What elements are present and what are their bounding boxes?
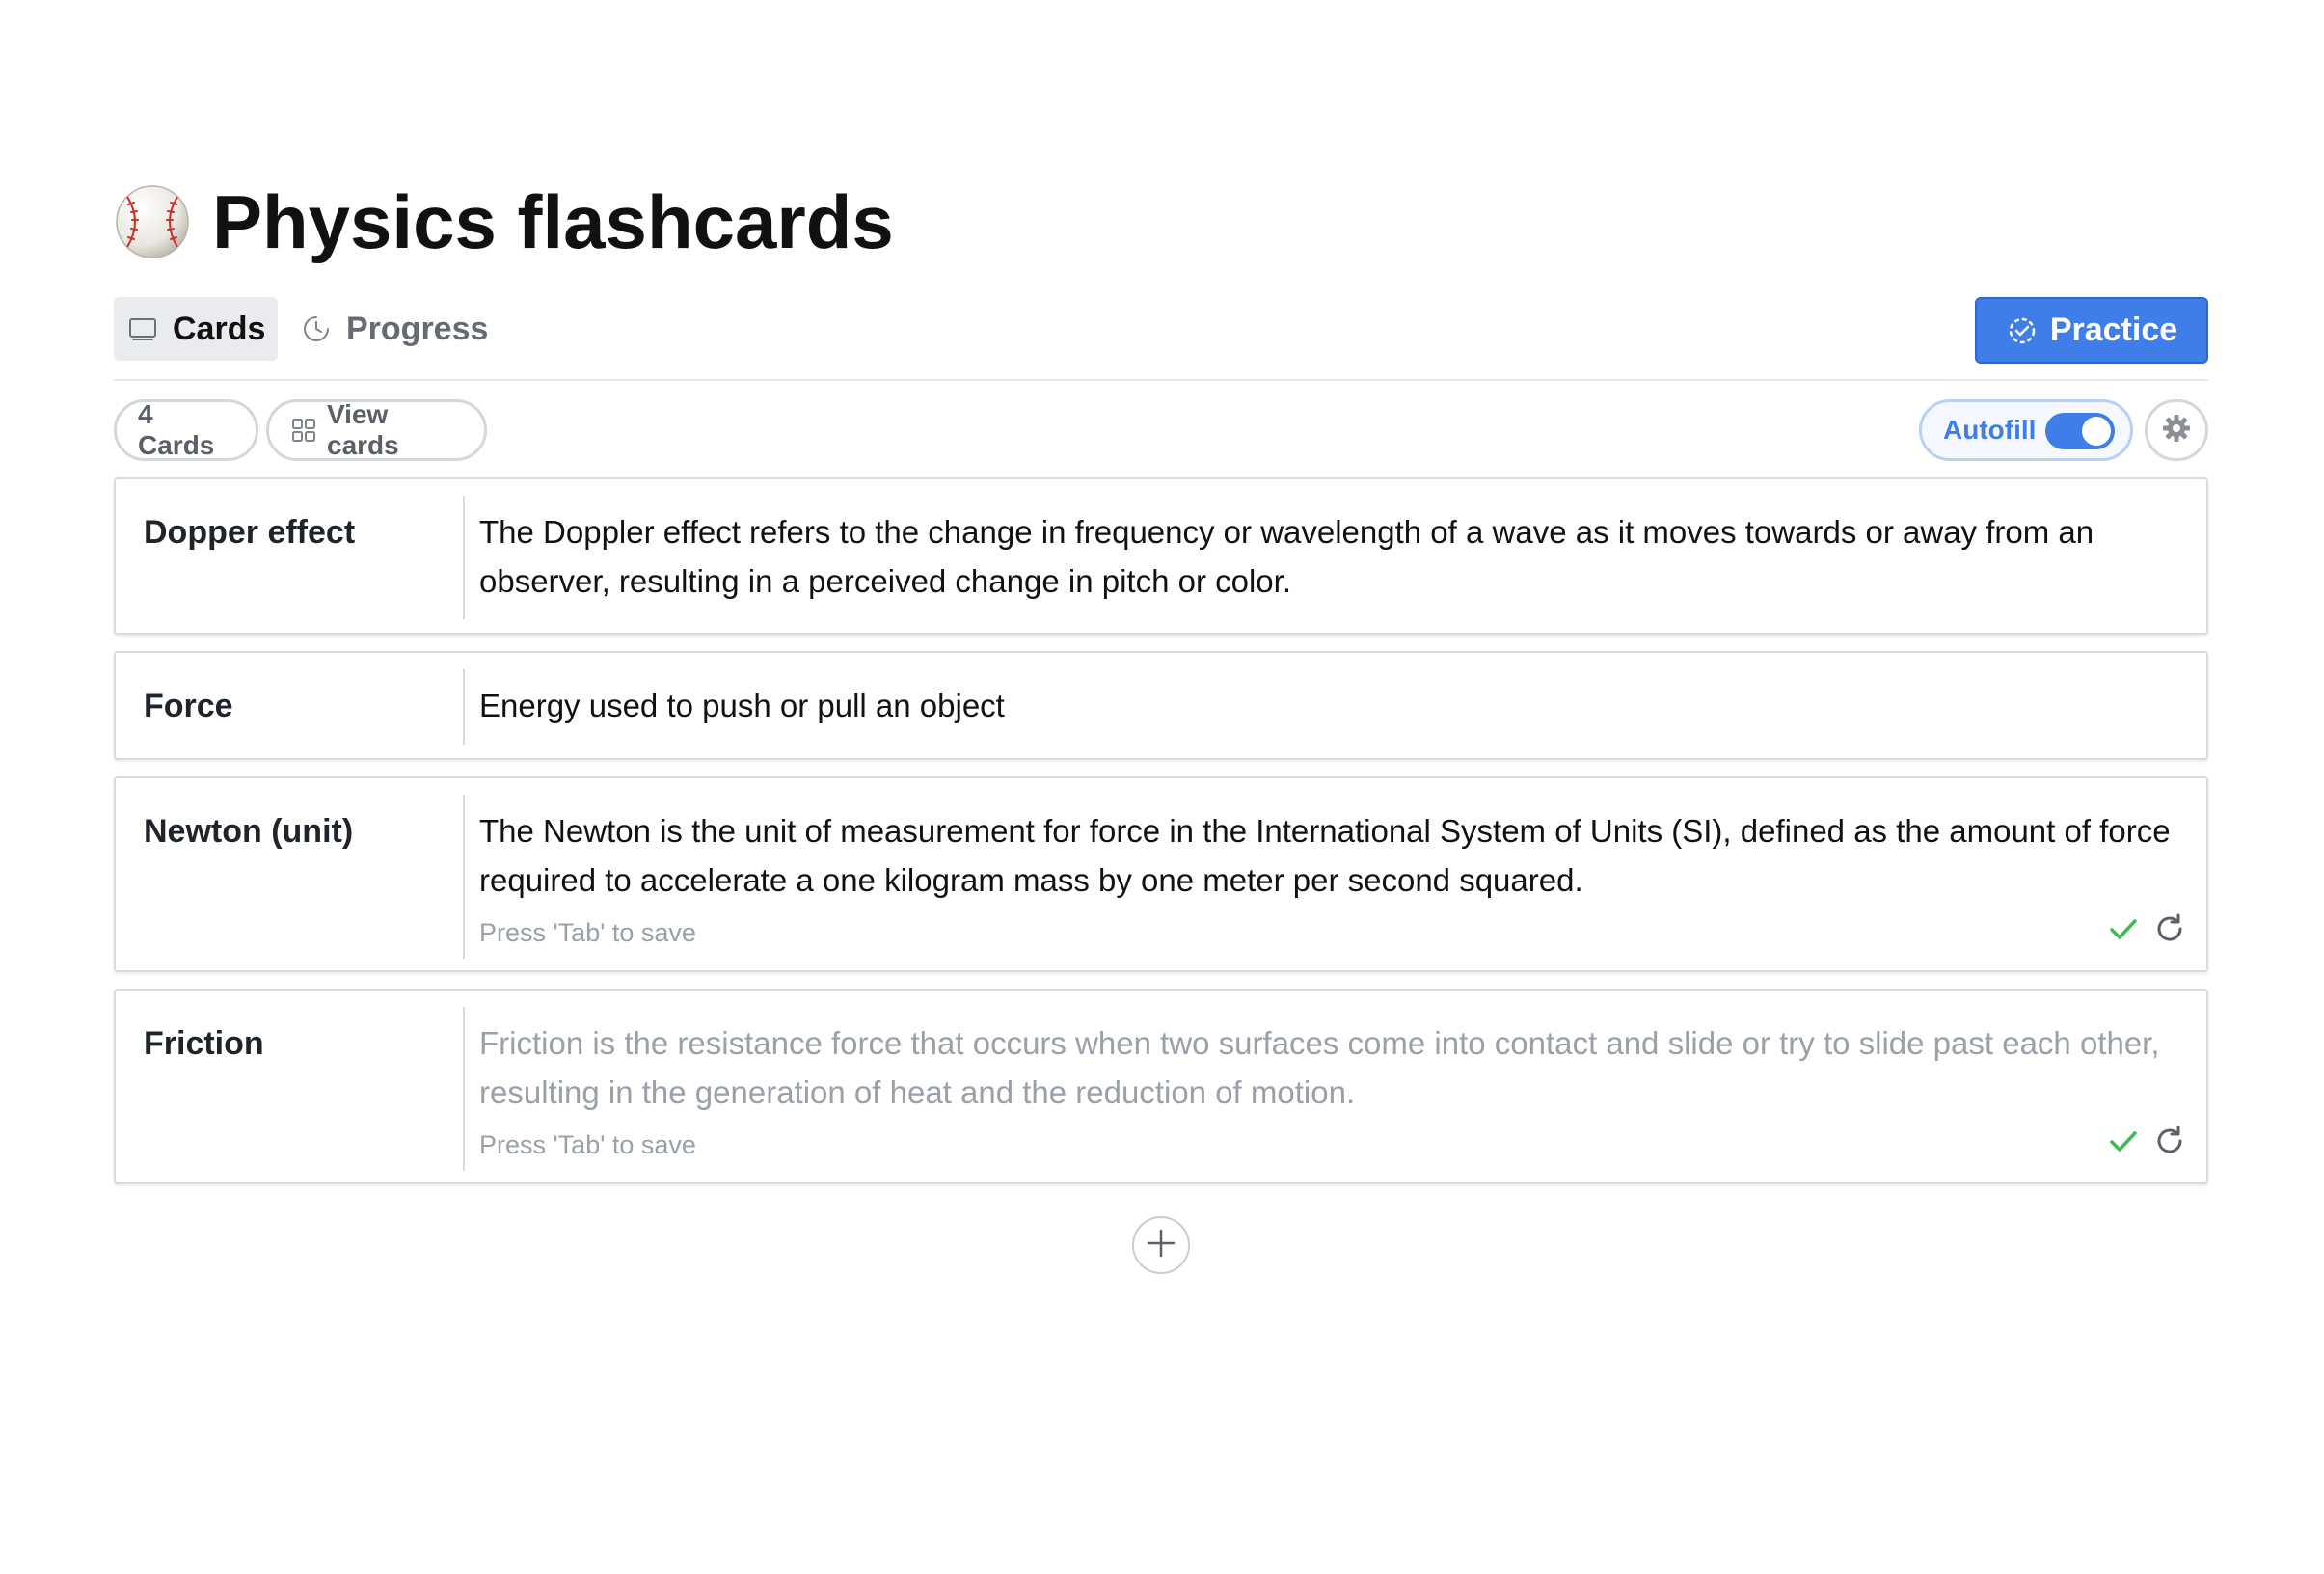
toolbar: 4 Cards View cards Autofill <box>114 399 2208 461</box>
title-row: Physics flashcards <box>114 174 894 270</box>
refresh-icon[interactable] <box>2150 909 2189 948</box>
card-separator <box>463 669 465 745</box>
autofill-label: Autofill <box>1943 415 2037 445</box>
tab-progress-label: Progress <box>346 310 489 347</box>
gear-icon <box>2160 412 2193 449</box>
flashcard: Newton (unit) The Newton is the unit of … <box>114 776 2208 972</box>
autofill-switch[interactable] <box>2045 413 2115 449</box>
view-cards-label: View cards <box>327 399 399 460</box>
card-count-label: 4 Cards <box>138 399 215 460</box>
view-cards-button[interactable]: View cards <box>266 399 487 461</box>
autofill-toggle[interactable]: Autofill <box>1919 399 2133 461</box>
plus-icon <box>1144 1226 1178 1265</box>
grid-icon <box>290 417 317 444</box>
card-separator <box>463 1007 465 1171</box>
add-card-button[interactable] <box>1132 1216 1190 1274</box>
flashcard: Friction Friction is the resistance forc… <box>114 989 2208 1184</box>
practice-button[interactable]: Practice <box>1975 297 2208 364</box>
card-term[interactable]: Newton (unit) <box>144 813 353 851</box>
card-definition[interactable]: The Doppler effect refers to the change … <box>479 507 2176 606</box>
practice-icon <box>2006 314 2039 347</box>
card-separator <box>463 795 465 959</box>
save-hint: Press 'Tab' to save <box>479 918 696 947</box>
card-actions <box>2096 909 2189 948</box>
check-icon[interactable] <box>2104 909 2143 948</box>
card-separator <box>463 496 465 619</box>
clock-icon <box>300 312 333 345</box>
card-definition[interactable]: Energy used to push or pull an object <box>479 681 2176 730</box>
card-definition[interactable]: The Newton is the unit of measurement fo… <box>479 806 2176 905</box>
check-icon[interactable] <box>2104 1122 2143 1160</box>
save-hint: Press 'Tab' to save <box>479 1130 696 1159</box>
card-count-pill[interactable]: 4 Cards <box>114 399 258 461</box>
card-term[interactable]: Friction <box>144 1025 264 1063</box>
card-definition-suggestion[interactable]: Friction is the resistance force that oc… <box>479 1018 2176 1117</box>
tab-cards[interactable]: Cards <box>114 297 279 361</box>
settings-button[interactable] <box>2145 399 2208 461</box>
practice-label: Practice <box>2049 312 2178 348</box>
tab-progress[interactable]: Progress <box>287 297 500 361</box>
card-actions <box>2096 1122 2189 1160</box>
baseball-icon <box>114 183 191 260</box>
card-term[interactable]: Dopper effect <box>144 514 355 552</box>
flashcard: Force Energy used to push or pull an obj… <box>114 651 2208 760</box>
autofill-switch-knob <box>2082 417 2111 446</box>
tabs-bar: Cards Progress Practice <box>114 297 2208 364</box>
header-divider <box>114 379 2208 381</box>
card-term[interactable]: Force <box>144 688 233 725</box>
flashcard: Dopper effect The Doppler effect refers … <box>114 477 2208 635</box>
page-title: Physics flashcards <box>212 178 894 264</box>
card-icon <box>126 312 159 345</box>
refresh-icon[interactable] <box>2150 1122 2189 1160</box>
tab-cards-label: Cards <box>173 310 266 347</box>
